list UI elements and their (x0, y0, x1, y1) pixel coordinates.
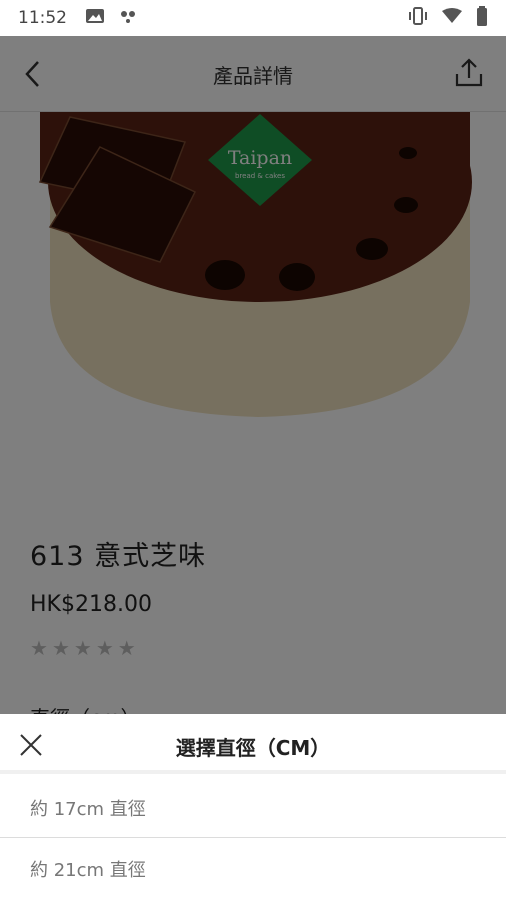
sheet-title: 選擇直徑（CM） (175, 736, 331, 760)
wifi-icon (442, 8, 462, 28)
status-left-icons (85, 8, 137, 28)
vibrate-icon (408, 7, 428, 29)
sheet-header: 選擇直徑（CM） (0, 714, 506, 774)
option-label: 約 21cm 直徑 (30, 860, 146, 881)
option-label: 約 17cm 直徑 (30, 798, 146, 820)
status-right-icons (408, 6, 488, 30)
diameter-option-17cm[interactable]: 約 17cm 直徑 (0, 778, 506, 838)
status-time: 11:52 (18, 8, 67, 28)
tape-icon (119, 8, 137, 28)
battery-icon (476, 6, 488, 30)
status-bar: 11:52 (0, 0, 506, 36)
modal-overlay[interactable] (0, 36, 506, 714)
diameter-bottom-sheet: 選擇直徑（CM） 約 17cm 直徑 約 21cm 直徑 (0, 714, 506, 900)
diameter-option-21cm[interactable]: 約 21cm 直徑 (0, 839, 506, 899)
image-notification-icon (85, 8, 105, 28)
